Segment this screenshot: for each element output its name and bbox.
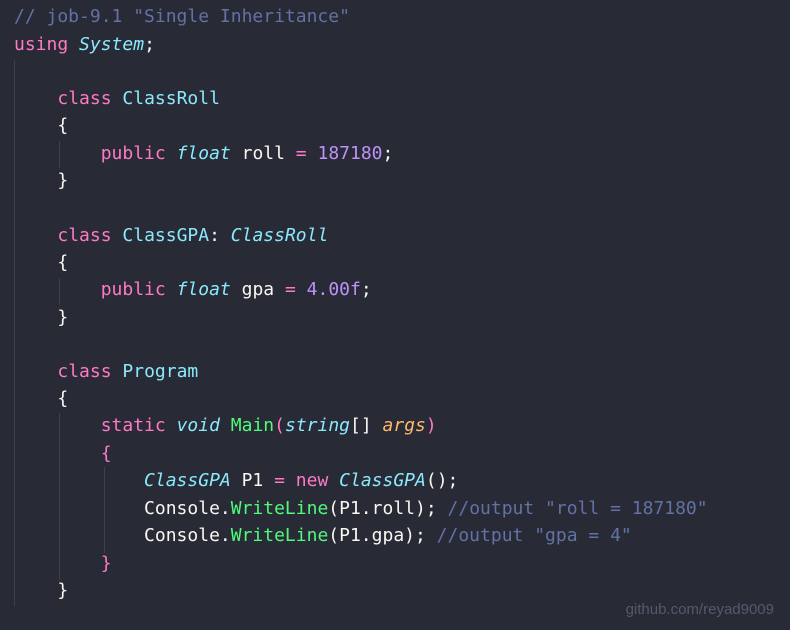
code-token: WriteLine [230,525,329,546]
code-token: 4.00f [306,279,361,300]
code-line: } [14,304,68,331]
code-token: System [79,34,145,55]
code-token: = [295,143,307,164]
code-line: } [14,577,68,604]
code-token: (P1.roll); [328,498,448,519]
code-token: (); [425,470,459,491]
code-line: class Program [14,358,198,385]
code-token: // job-9.1 "Single Inheritance" [14,6,350,27]
code-token: ( [274,415,285,436]
code-line: using System; [14,31,155,58]
code-token: } [14,580,69,601]
code-token: } [14,170,69,191]
code-token: { [14,252,69,273]
code-token: Main [230,415,275,436]
code-token: //output "gpa = 4" [436,525,632,546]
code-token: ; [382,143,394,164]
code-token: using [14,34,69,55]
code-line: { [14,385,68,412]
code-token: = [284,279,296,300]
code-token: ClassGPA [144,470,231,491]
code-token: { [100,443,112,464]
code-line: { [14,112,68,139]
code-token: ClassRoll [122,88,220,109]
code-token: ; [360,279,372,300]
code-line: // job-9.1 "Single Inheritance" [14,3,350,30]
code-token: static [100,415,166,436]
code-token: Program [122,361,199,382]
code-token: class [57,225,112,246]
code-token: new [295,470,329,491]
code-token: = [274,470,285,491]
code-token: public [100,279,166,300]
code-line: } [14,550,112,577]
code-token: class [57,88,112,109]
code-line: { [14,249,68,276]
code-token: ClassRoll [230,225,329,246]
code-token: P1 [230,470,275,491]
code-line: ClassGPA P1 = new ClassGPA(); [14,467,458,494]
code-token: gpa [230,279,285,300]
code-line: } [14,167,68,194]
code-line: Console.WriteLine(P1.gpa); //output "gpa… [14,522,632,549]
watermark: github.com/reyad9009 [625,601,774,618]
code-token: : [209,225,231,246]
code-token: Console. [14,525,231,546]
code-token: string [284,415,351,436]
code-token: ClassGPA [339,470,426,491]
code-token: ClassGPA [122,225,210,246]
code-line: Console.WriteLine(P1.roll); //output "ro… [14,495,708,522]
code-token: { [14,115,69,136]
code-token: void [176,415,220,436]
code-token: { [14,388,69,409]
code-token: 187180 [317,143,383,164]
code-line: public float gpa = 4.00f; [14,276,372,303]
code-token: class [57,361,112,382]
code-token: WriteLine [230,498,329,519]
code-token: float [176,143,231,164]
code-token: Console. [14,498,231,519]
code-token: float [176,279,231,300]
code-editor: // job-9.1 "Single Inheritance" using Sys… [0,0,790,630]
code-token: args [382,415,426,436]
code-token: [] [350,415,383,436]
code-token: ) [425,415,437,436]
code-line: static void Main(string[] args) [14,412,437,439]
code-token: (P1.gpa); [328,525,437,546]
code-token: ; [144,34,155,55]
code-line: class ClassGPA: ClassRoll [14,222,328,249]
code-token: //output "roll = 187180" [447,498,708,519]
code-token: } [100,553,112,574]
code-token: roll [230,143,296,164]
code-line: { [14,440,112,467]
code-line: public float roll = 187180; [14,140,394,167]
code-token: public [100,143,166,164]
code-token: } [14,307,69,328]
code-line: class ClassRoll [14,85,220,112]
